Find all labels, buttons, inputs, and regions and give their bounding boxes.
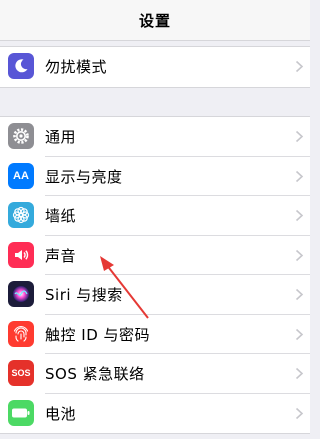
moon-icon — [8, 53, 34, 79]
settings-row-display-brightness[interactable]: AA 显示与亮度 — [0, 157, 310, 196]
settings-row-do-not-disturb[interactable]: 勿扰模式 — [0, 47, 310, 87]
settings-row-label: 显示与亮度 — [45, 167, 123, 186]
speaker-icon — [8, 241, 34, 268]
battery-icon — [8, 399, 34, 426]
settings-row-emergency-sos[interactable]: SOS SOS 紧急联络 — [0, 354, 310, 394]
settings-row-label: SOS 紧急联络 — [45, 365, 145, 383]
settings-row-sounds[interactable]: 声音 — [0, 236, 310, 275]
flower-icon — [8, 202, 34, 228]
chevron-right-icon — [295, 60, 304, 73]
settings-row-battery[interactable]: 电池 — [0, 394, 310, 434]
settings-row-label: 触控 ID 与密码 — [45, 325, 151, 344]
settings-row-siri-search[interactable]: Siri 与搜索 — [0, 275, 310, 315]
settings-row-touch-id-passcode[interactable]: 触控 ID 与密码 — [0, 315, 310, 354]
chevron-right-icon — [295, 288, 304, 301]
sos-icon: SOS — [8, 360, 34, 386]
siri-icon — [8, 281, 34, 307]
gear-icon — [8, 123, 34, 149]
settings-group-main: 通用 AA 显示与亮度 墙纸 声音 Siri 与搜索 触控 ID 与密码 SOS… — [0, 116, 310, 434]
navigation-bar: 设置 — [0, 0, 310, 41]
settings-group-focus: 勿扰模式 — [0, 46, 310, 88]
chevron-right-icon — [295, 170, 304, 182]
text-size-icon: AA — [8, 162, 34, 189]
settings-row-label: 电池 — [45, 404, 77, 423]
chevron-right-icon — [295, 407, 304, 419]
chevron-right-icon — [295, 328, 304, 340]
settings-row-general[interactable]: 通用 — [0, 117, 310, 157]
page-title: 设置 — [138, 12, 171, 30]
chevron-right-icon — [295, 130, 304, 143]
settings-row-label: 通用 — [45, 128, 77, 146]
fingerprint-icon — [8, 320, 34, 347]
settings-row-label: Siri 与搜索 — [45, 286, 123, 304]
chevron-right-icon — [295, 249, 304, 261]
settings-row-label: 墙纸 — [45, 207, 77, 225]
settings-row-wallpaper[interactable]: 墙纸 — [0, 196, 310, 236]
chevron-right-icon — [295, 367, 304, 380]
settings-row-label: 勿扰模式 — [45, 58, 108, 76]
chevron-right-icon — [295, 209, 304, 222]
settings-row-label: 声音 — [45, 246, 77, 265]
